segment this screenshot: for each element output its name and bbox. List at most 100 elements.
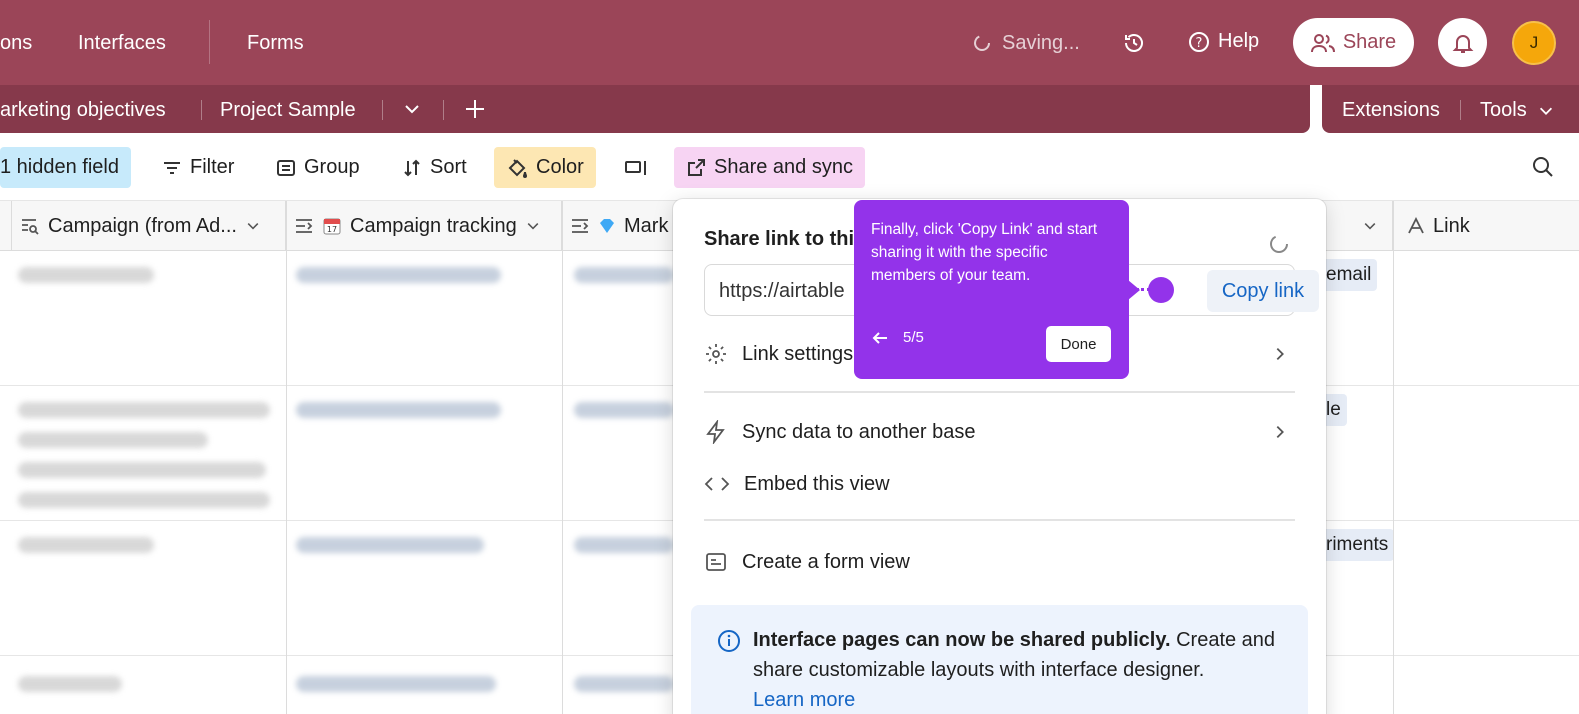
loading-spinner — [1268, 233, 1290, 260]
column-header-link[interactable]: Link — [1393, 201, 1579, 251]
row-number-header — [0, 201, 12, 251]
color-button[interactable]: Color — [494, 147, 596, 188]
nav-automations-tab[interactable]: ons — [0, 32, 32, 55]
calendar-emoji-icon: 17 — [323, 218, 341, 235]
top-bar: ons Interfaces Forms Saving... ? Help Sh… — [0, 0, 1579, 85]
sync-data-row[interactable]: Sync data to another base — [704, 412, 1295, 452]
saving-status: Saving... — [972, 30, 1080, 56]
view-toolbar: 1 hidden field Filter Group Sort Color S… — [0, 133, 1579, 201]
avatar[interactable]: J — [1512, 21, 1556, 65]
tooltip-text: Finally, click 'Copy Link' and start sha… — [871, 221, 1098, 284]
gear-icon — [706, 344, 726, 364]
help-button[interactable]: ? Help — [1188, 30, 1259, 53]
sort-button[interactable]: Sort — [390, 147, 479, 188]
ext-divider — [1460, 100, 1461, 120]
column-header-label: Campaign tracking — [350, 214, 517, 237]
chevron-down-icon[interactable] — [245, 218, 261, 234]
tooltip-footer: 5/5 — [871, 329, 924, 346]
color-label: Color — [536, 156, 584, 178]
saving-label: Saving... — [1002, 31, 1080, 54]
svg-text:17: 17 — [327, 225, 337, 234]
row-height-button[interactable] — [612, 147, 660, 188]
tab-marketing-objectives[interactable]: arketing objectives — [0, 99, 166, 122]
text-field-icon — [1408, 217, 1424, 234]
learn-more-link[interactable]: Learn more — [753, 689, 855, 711]
column-header-campaign-tracking[interactable]: 17 Campaign tracking — [286, 201, 562, 251]
share-and-sync-button[interactable]: Share and sync — [674, 147, 865, 188]
tab-project-sample[interactable]: Project Sample — [220, 99, 356, 122]
copy-link-button[interactable]: Copy link — [1207, 270, 1319, 312]
extensions-button[interactable]: Extensions — [1342, 99, 1440, 122]
info-icon — [718, 630, 740, 652]
create-form-row[interactable]: Create a form view — [704, 542, 1295, 582]
chevron-down-icon — [1539, 107, 1552, 115]
lookup-field-icon — [22, 219, 39, 235]
history-button[interactable] — [1121, 30, 1147, 56]
column-divider — [1393, 201, 1394, 714]
hidden-fields-label: 1 hidden field — [0, 156, 119, 178]
sync-data-label: Sync data to another base — [742, 420, 976, 443]
more-tables-button[interactable] — [402, 99, 422, 124]
section-divider — [704, 391, 1295, 393]
users-icon — [1310, 33, 1335, 52]
hidden-fields-button[interactable]: 1 hidden field — [0, 147, 131, 188]
share-and-sync-label: Share and sync — [714, 156, 853, 178]
code-icon — [704, 477, 730, 491]
info-text: Interface pages can now be shared public… — [753, 625, 1283, 714]
column-header-label: Mark — [624, 214, 669, 237]
link-settings-label: Link settings — [742, 342, 854, 365]
share-label: Share — [1342, 31, 1397, 53]
share-button[interactable]: Share — [1293, 18, 1414, 67]
group-button[interactable]: Group — [264, 147, 372, 188]
tools-button[interactable]: Tools — [1480, 99, 1555, 122]
tab-divider — [201, 100, 202, 120]
done-button[interactable]: Done — [1046, 326, 1111, 362]
nav-forms-tab[interactable]: Forms — [247, 32, 304, 55]
add-table-button[interactable] — [464, 98, 486, 125]
help-label: Help — [1218, 30, 1260, 52]
extensions-bar: Extensions Tools — [1322, 85, 1579, 133]
arrow-left-icon[interactable] — [871, 330, 889, 346]
filter-button[interactable]: Filter — [150, 147, 246, 188]
filter-label: Filter — [190, 156, 235, 178]
search-button[interactable] — [1531, 155, 1555, 184]
column-header-campaign-from[interactable]: Campaign (from Ad... — [12, 201, 286, 251]
tooltip-beacon — [1148, 277, 1174, 303]
row-height-icon — [625, 160, 646, 175]
column-header-label: Campaign (from Ad... — [48, 214, 237, 237]
info-bold-text: Interface pages can now be shared public… — [753, 629, 1171, 651]
gem-emoji-icon — [600, 219, 614, 233]
search-icon — [1533, 157, 1553, 177]
chevron-down-icon[interactable] — [1362, 218, 1378, 234]
section-divider — [704, 519, 1295, 521]
tag-chip: riments — [1320, 529, 1395, 561]
loading-icon — [974, 35, 990, 51]
share-link-url[interactable]: https://airtable — [719, 280, 845, 303]
column-divider — [286, 201, 287, 714]
notifications-button[interactable] — [1438, 18, 1487, 67]
paint-bucket-icon — [508, 158, 528, 178]
embed-view-label: Embed this view — [744, 472, 890, 495]
tools-label: Tools — [1480, 99, 1527, 121]
nav-interfaces-tab[interactable]: Interfaces — [78, 32, 166, 55]
embed-view-row[interactable]: Embed this view — [704, 464, 1295, 504]
info-banner: Interface pages can now be shared public… — [691, 605, 1308, 714]
chevron-right-icon — [1276, 425, 1284, 439]
group-label: Group — [304, 156, 360, 178]
bell-icon — [1452, 34, 1473, 53]
lightning-icon — [706, 420, 725, 444]
svg-text:?: ? — [1196, 36, 1203, 51]
tab-divider — [443, 100, 444, 120]
column-divider — [562, 201, 563, 714]
column-header-partial[interactable] — [1320, 201, 1393, 251]
chevron-down-icon — [405, 105, 419, 114]
history-icon — [1125, 34, 1143, 52]
nav-divider — [209, 20, 210, 64]
linked-record-icon — [296, 219, 313, 233]
group-icon — [277, 159, 295, 176]
form-icon — [706, 553, 726, 571]
tooltip-step: 5/5 — [903, 329, 924, 346]
sort-label: Sort — [430, 156, 467, 178]
table-tab-bar: arketing objectives Project Sample — [0, 85, 1310, 133]
chevron-down-icon[interactable] — [525, 218, 541, 234]
